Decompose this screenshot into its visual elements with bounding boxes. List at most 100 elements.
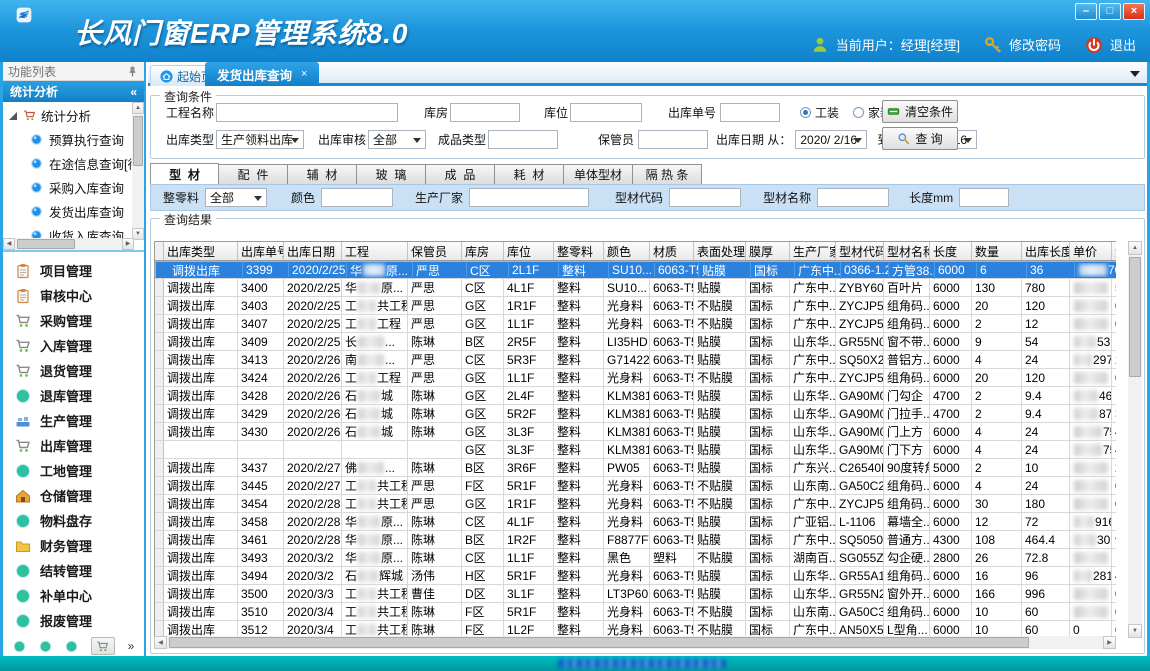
- table-row[interactable]: 调拨出库34092020/2/25长...陈琳B区2R5F整料LI35HD606…: [155, 333, 1116, 351]
- material-tab[interactable]: 单体型材: [564, 164, 633, 185]
- table-row[interactable]: 调拨出库34292020/2/26石城陈琳G区5R2F整料KLM38176063…: [155, 405, 1116, 423]
- minimize-button[interactable]: –: [1075, 3, 1097, 20]
- sidebar-item-退货管理[interactable]: 退货管理: [3, 358, 144, 383]
- sidebar-item-出库管理[interactable]: 出库管理: [3, 433, 144, 458]
- column-header[interactable]: 颜色: [604, 242, 650, 260]
- profile-name-input[interactable]: [817, 188, 889, 207]
- table-row[interactable]: 调拨出库34002020/2/25华原...严思C区4L1F整料SU10...6…: [155, 279, 1116, 297]
- column-header[interactable]: 金: [1112, 242, 1116, 260]
- column-header[interactable]: 材质: [650, 242, 694, 260]
- scroll-thumb[interactable]: [1129, 257, 1141, 377]
- sidebar-item-审核中心[interactable]: 审核中心: [3, 283, 144, 308]
- column-header[interactable]: 工程: [342, 242, 408, 260]
- keeper-input[interactable]: [638, 130, 708, 149]
- table-row[interactable]: 调拨出库34132020/2/26南...严思C区5R3F整料G71422606…: [155, 351, 1116, 369]
- table-row[interactable]: 调拨出库34032020/2/25工共工程严思G区1R1F整料光身料6063-T…: [155, 297, 1116, 315]
- product-type-input[interactable]: [488, 130, 558, 149]
- project-name-input[interactable]: [216, 103, 398, 122]
- column-header[interactable]: 出库类型: [164, 242, 238, 260]
- material-tab[interactable]: 成 品: [426, 164, 495, 185]
- column-header[interactable]: 出库日期: [284, 242, 342, 260]
- column-header[interactable]: 出库长度: [1022, 242, 1070, 260]
- scroll-thumb[interactable]: [17, 239, 75, 249]
- tree-item[interactable]: 发货出库查询: [3, 199, 144, 223]
- maximize-button[interactable]: □: [1099, 3, 1121, 20]
- order-no-input[interactable]: [720, 103, 780, 122]
- clear-conditions-button[interactable]: 清空条件: [882, 100, 958, 123]
- radio-selected-icon[interactable]: [800, 107, 811, 118]
- table-row[interactable]: 调拨出库34242020/2/26工工程严思G区1L1F整料光身料6063-T5…: [155, 369, 1116, 387]
- sidebar-item-补单中心[interactable]: 补单中心: [3, 583, 144, 608]
- whole-piece-select[interactable]: 全部: [205, 188, 267, 207]
- sidebar-item-入库管理[interactable]: 入库管理: [3, 333, 144, 358]
- material-tab[interactable]: 辅 材: [288, 164, 357, 185]
- scroll-right-icon[interactable]: ▶: [122, 238, 134, 250]
- radio-gongzhuang[interactable]: 工装: [800, 104, 839, 121]
- date-from-select[interactable]: 2020/ 2/16: [795, 130, 867, 149]
- scroll-up-icon[interactable]: ▲: [1128, 241, 1142, 255]
- column-header[interactable]: 出库单号: [238, 242, 284, 260]
- scroll-left-icon[interactable]: ◀: [154, 636, 167, 649]
- scroll-up-icon[interactable]: ▲: [132, 102, 144, 114]
- tree-item[interactable]: 在途信息查询[待: [3, 151, 144, 175]
- sidebar-item-退库管理[interactable]: 退库管理: [3, 383, 144, 408]
- tab-close-icon[interactable]: ×: [301, 68, 307, 80]
- tree-horizontal-scrollbar[interactable]: ◀ ▶: [3, 238, 134, 250]
- table-row[interactable]: G区3L3F整料KLM38176063-T5贴膜国标山东华...GA90M09.…: [155, 441, 1116, 459]
- table-row[interactable]: 调拨出库34612020/2/28华原...陈琳B区1R2F整料F8877FT6…: [155, 531, 1116, 549]
- column-header[interactable]: 长度: [930, 242, 972, 260]
- column-header[interactable]: 数量: [972, 242, 1022, 260]
- logout-link[interactable]: 退出: [1110, 35, 1136, 54]
- sidebar-item-生产管理[interactable]: 生产管理: [3, 408, 144, 433]
- table-row[interactable]: 调拨出库34452020/2/27工共工程严思F区5R1F整料光身料6063-T…: [155, 477, 1116, 495]
- sidebar-item-结转管理[interactable]: 结转管理: [3, 558, 144, 583]
- sidebar-section-header[interactable]: 统计分析 «: [3, 81, 144, 102]
- manufacturer-input[interactable]: [469, 188, 589, 207]
- profile-code-input[interactable]: [669, 188, 741, 207]
- green-circle-icon[interactable]: [65, 640, 78, 653]
- sidebar-item-项目管理[interactable]: 项目管理: [3, 258, 144, 283]
- location-input[interactable]: [570, 103, 642, 122]
- color-input[interactable]: [321, 188, 393, 207]
- material-tab[interactable]: 型 材: [150, 163, 219, 185]
- scroll-right-icon[interactable]: ▶: [1103, 636, 1116, 649]
- out-type-select[interactable]: 生产领料出库: [216, 130, 304, 149]
- table-row[interactable]: 调拨出库34072020/2/25工工程严思G区1L1F整料光身料6063-T5…: [155, 315, 1116, 333]
- audit-select[interactable]: 全部: [368, 130, 426, 149]
- column-header[interactable]: 库房: [462, 242, 504, 260]
- table-row[interactable]: 调拨出库35002020/3/3工共工程曹佳D区3L1F整料LT3P606063…: [155, 585, 1116, 603]
- close-button[interactable]: ×: [1123, 3, 1145, 20]
- table-row[interactable]: 调拨出库34372020/2/27佛...陈琳B区3R6F整料PW056063-…: [155, 459, 1116, 477]
- column-header[interactable]: 保管员: [408, 242, 462, 260]
- green-circle-icon[interactable]: [39, 640, 52, 653]
- scroll-thumb[interactable]: [169, 637, 1029, 648]
- material-tab[interactable]: 隔 热 条: [633, 164, 702, 185]
- cart-button[interactable]: [91, 637, 115, 655]
- tree-root-statistics[interactable]: 统计分析: [3, 102, 144, 127]
- sidebar-item-物料盘存[interactable]: 物料盘存: [3, 508, 144, 533]
- table-row[interactable]: 调拨出库34542020/2/28工共工程严思G区1R1F整料光身料6063-T…: [155, 495, 1116, 513]
- sidebar-item-仓储管理[interactable]: 仓储管理: [3, 483, 144, 508]
- table-row[interactable]: 调拨出库35102020/3/4工共工程陈琳F区5R1F整料光身料6063-T5…: [155, 603, 1116, 621]
- scroll-thumb[interactable]: [133, 116, 143, 166]
- length-input[interactable]: [959, 188, 1009, 207]
- sidebar-item-工地管理[interactable]: 工地管理: [3, 458, 144, 483]
- sidebar-item-财务管理[interactable]: 财务管理: [3, 533, 144, 558]
- change-password-link[interactable]: 修改密码: [1009, 35, 1061, 54]
- tab-shipping-query[interactable]: 发货出库查询 ×: [205, 62, 319, 86]
- sidebar-item-报废管理[interactable]: 报废管理: [3, 608, 144, 633]
- tree-item[interactable]: 预算执行查询: [3, 127, 144, 151]
- column-header[interactable]: 型材名称: [884, 242, 930, 260]
- table-row[interactable]: 调拨出库34932020/3/2华原...陈琳C区1L1F整料黑色塑料不贴膜国标…: [155, 549, 1116, 567]
- table-row[interactable]: 调拨出库34582020/2/28华原...陈琳C区4L1F整料光身料6063-…: [155, 513, 1116, 531]
- material-tab[interactable]: 耗 材: [495, 164, 564, 185]
- column-header[interactable]: 库位: [504, 242, 554, 260]
- table-horizontal-scrollbar[interactable]: ◀ ▶: [154, 636, 1116, 649]
- table-row[interactable]: 调拨出库34942020/3/2石辉城汤伟H区5R1F整料光身料6063-T5贴…: [155, 567, 1116, 585]
- expander-icon[interactable]: [9, 112, 17, 120]
- scroll-left-icon[interactable]: ◀: [3, 238, 15, 250]
- tree-vertical-scrollbar[interactable]: ▲ ▼: [132, 102, 144, 240]
- column-header[interactable]: 单价: [1070, 242, 1112, 260]
- table-row[interactable]: 调拨出库34302020/2/26石城陈琳G区3L3F整料KLM38176063…: [155, 423, 1116, 441]
- table-row[interactable]: 调拨出库34282020/2/26石城陈琳G区2L4F整料KLM38176063…: [155, 387, 1116, 405]
